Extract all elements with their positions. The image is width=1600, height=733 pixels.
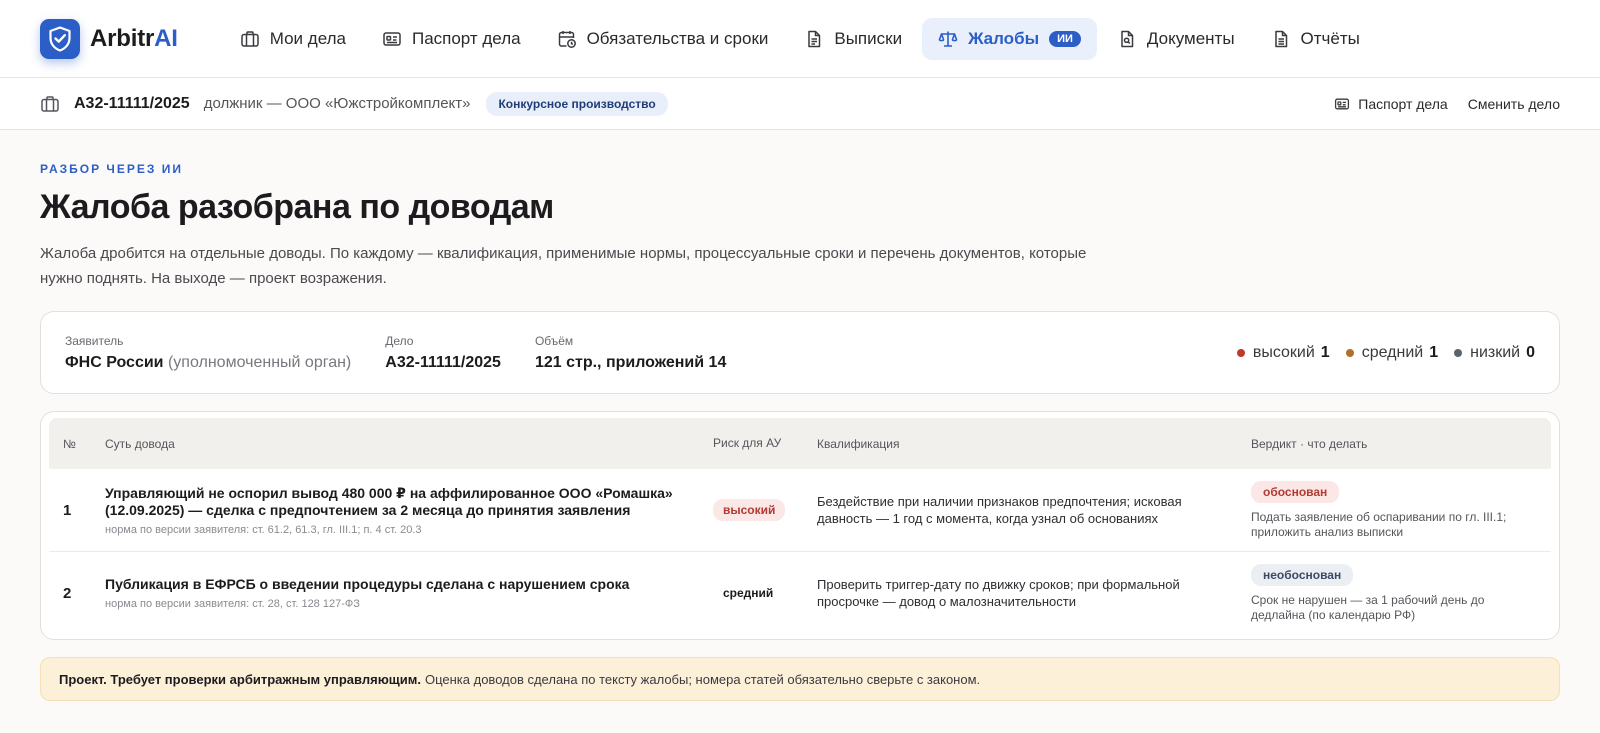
nav-item-documents[interactable]: Документы: [1101, 18, 1251, 60]
argument-title: Управляющий не оспорил вывод 480 000 ₽ н…: [105, 484, 673, 518]
section-eyebrow: РАЗБОР ЧЕРЕЗ ИИ: [40, 162, 183, 176]
risk-dot-icon: [1236, 348, 1245, 357]
volume-value: 121 стр., приложений 14: [534, 353, 727, 371]
brand-name: ArbitrAI: [90, 24, 178, 52]
nav-item-case-passport[interactable]: Паспорт дела: [366, 18, 537, 60]
argument-norm: норма по версии заявителя: ст. 61.2, 61.…: [105, 523, 422, 536]
main-content: РАЗБОР ЧЕРЕЗ ИИ Жалоба разобрана по дово…: [0, 162, 1600, 701]
applicant-field: Заявитель ФНС России (уполномоченный орг…: [65, 333, 352, 371]
page-title: Жалоба разобрана по доводам: [40, 188, 554, 226]
risk-count-medium: средний 1: [1345, 344, 1438, 362]
risk-count-high: высокий 1: [1236, 344, 1330, 362]
risk-badge: высокий: [713, 499, 786, 521]
case-bar: А32-11111/2025 должник — ООО «Южстройком…: [0, 78, 1600, 130]
main-nav: Мои дела Паспорт дела Обязательства и ср…: [224, 17, 1380, 60]
risk-dot-icon: [1454, 348, 1463, 357]
shield-check-icon: [40, 18, 80, 59]
case-value: А32-11111/2025: [385, 353, 501, 371]
nav-item-complaints[interactable]: Жалобы ИИ: [922, 17, 1097, 60]
volume-field: Объём 121 стр., приложений 14: [534, 333, 727, 371]
document-search-icon: [1121, 30, 1134, 47]
notice-bold: Проект. Требует проверки арбитражным упр…: [59, 671, 421, 687]
case-number: А32-11111/2025: [74, 94, 190, 112]
calendar-clock-icon: [558, 30, 576, 48]
column-header-num: №: [63, 436, 76, 451]
qualification-text: Бездействие при наличии признаков предпо…: [817, 494, 1182, 526]
page-description: Жалоба дробится на отдельные доводы. По …: [40, 245, 1087, 287]
qualification-text: Проверить триггер-дату по движку сроков;…: [817, 577, 1180, 609]
nav-label: Документы: [1146, 28, 1235, 48]
column-header-essence: Суть довода: [105, 436, 175, 451]
case-passport-link[interactable]: Паспорт дела: [1334, 96, 1448, 112]
procedure-badge: Конкурсное производство: [486, 91, 668, 116]
nav-item-obligations[interactable]: Обязательства и сроки: [541, 18, 785, 60]
arguments-table: № Суть довода Риск для АУ Квалификация В…: [40, 411, 1560, 640]
verdict-badge: необоснован: [1251, 563, 1354, 586]
column-header-risk: Риск для АУ: [713, 436, 782, 450]
verdict-badge: обоснован: [1251, 480, 1340, 503]
case-debtor: должник — ООО «Южстройкомплект»: [203, 95, 471, 112]
complaint-summary-card: Заявитель ФНС России (уполномоченный орг…: [40, 311, 1560, 394]
nav-item-my-cases[interactable]: Мои дела: [224, 18, 362, 60]
report-icon: [1274, 30, 1287, 47]
argument-norm: норма по версии заявителя: ст. 28, ст. 1…: [105, 598, 360, 610]
risk-badge: средний: [723, 586, 774, 600]
ai-badge: ИИ: [1049, 30, 1081, 47]
case-field: Дело А32-11111/2025: [385, 333, 501, 371]
scales-icon: [938, 31, 958, 47]
id-card-icon: [383, 31, 401, 46]
top-navigation: ArbitrAI Мои дела Паспорт дела Обязатель…: [0, 0, 1600, 78]
table-row[interactable]: 1 Управляющий не оспорил вывод 480 000 ₽…: [49, 469, 1551, 552]
verdict-note: Подать заявление об оспаривании по гл. I…: [1251, 509, 1507, 539]
nav-item-statements[interactable]: Выписки: [788, 18, 918, 60]
nav-item-reports[interactable]: Отчёты: [1255, 18, 1376, 60]
column-header-verdict: Вердикт · что делать: [1251, 436, 1368, 451]
draft-notice: Проект. Требует проверки арбитражным упр…: [40, 657, 1560, 701]
risk-counts: высокий 1 средний 1 низкий 0: [1221, 344, 1535, 362]
nav-label: Мои дела: [269, 28, 346, 48]
notice-text: Оценка доводов сделана по тексту жалобы;…: [424, 671, 981, 687]
argument-title: Публикация в ЕФРСБ о введении процедуры …: [105, 576, 630, 592]
row-number: 1: [63, 501, 72, 519]
nav-label: Выписки: [834, 28, 903, 48]
row-number: 2: [63, 584, 72, 602]
table-row[interactable]: 2 Публикация в ЕФРСБ о введении процедур…: [49, 552, 1551, 634]
nav-label: Жалобы: [968, 28, 1040, 48]
nav-label: Обязательства и сроки: [586, 28, 769, 48]
nav-label: Отчёты: [1300, 28, 1360, 48]
risk-count-low: низкий 0: [1454, 344, 1535, 362]
applicant-note: (уполномоченный орган): [167, 353, 352, 371]
column-header-qualification: Квалификация: [817, 436, 900, 451]
id-card-icon: [1335, 98, 1350, 109]
verdict-note: Срок не нарушен — за 1 рабочий день до д…: [1251, 592, 1485, 622]
applicant-value: ФНС России: [65, 353, 164, 371]
briefcase-icon: [241, 30, 259, 47]
briefcase-icon: [41, 95, 59, 112]
document-list-icon: [808, 30, 821, 47]
logo[interactable]: ArbitrAI: [40, 18, 178, 59]
risk-dot-icon: [1345, 348, 1354, 357]
table-header: № Суть довода Риск для АУ Квалификация В…: [49, 418, 1551, 469]
switch-case-link[interactable]: Сменить дело: [1468, 96, 1560, 112]
nav-label: Паспорт дела: [411, 28, 521, 48]
